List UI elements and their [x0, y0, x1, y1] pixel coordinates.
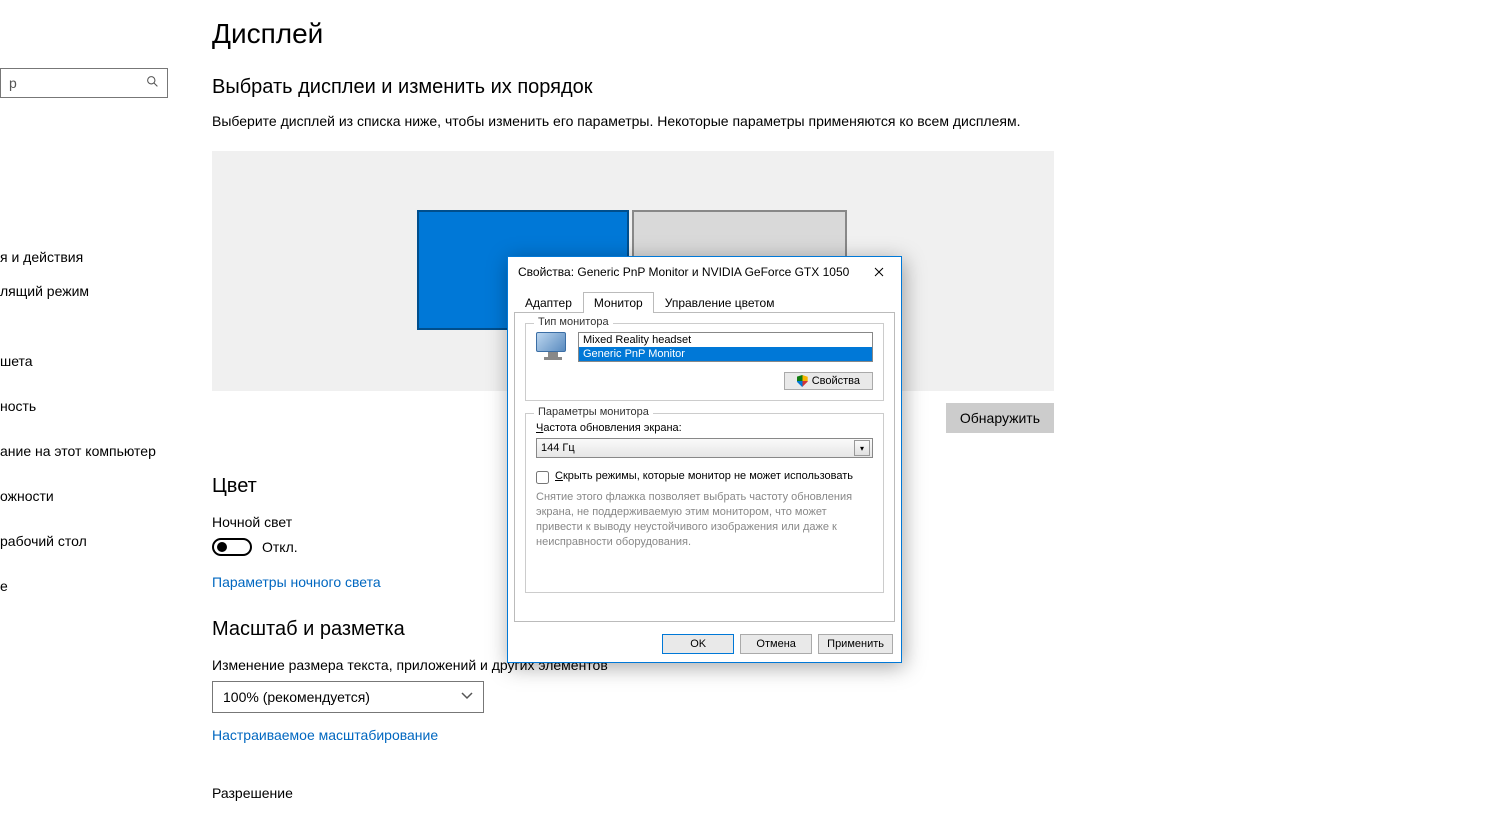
monitor-list[interactable]: Mixed Reality headset Generic PnP Monito… — [578, 332, 873, 362]
close-button[interactable] — [859, 258, 899, 286]
select-displays-desc: Выберите дисплей из списка ниже, чтобы и… — [212, 113, 1467, 129]
monitor-settings-legend: Параметры монитора — [534, 406, 653, 418]
scale-value: 100% (рекомендуется) — [223, 689, 370, 705]
ok-button[interactable]: OK — [662, 634, 734, 654]
sidebar-item-5[interactable]: ожности — [0, 468, 190, 513]
hide-modes-help: Снятие этого флажка позволяет выбрать ча… — [536, 490, 873, 549]
monitor-type-legend: Тип монитора — [534, 316, 613, 328]
sidebar: р я и действия лящий режим шета ность ан… — [0, 0, 190, 837]
resolution-label: Разрешение — [212, 785, 1467, 801]
monitor-icon — [536, 332, 570, 362]
hide-modes-checkbox[interactable] — [536, 471, 549, 484]
search-placeholder: р — [9, 75, 17, 91]
apply-button[interactable]: Применить — [818, 634, 893, 654]
sidebar-item-1[interactable]: лящий режим — [0, 274, 190, 308]
refresh-rate-dropdown[interactable]: 144 Гц ▾ — [536, 438, 873, 458]
hide-modes-label[interactable]: Скрыть режимы, которые монитор не может … — [555, 470, 853, 482]
monitor-properties-button[interactable]: Свойства — [784, 372, 873, 390]
shield-icon — [797, 375, 808, 387]
select-displays-heading: Выбрать дисплеи и изменить их порядок — [212, 76, 1467, 99]
chevron-down-icon — [461, 692, 473, 703]
search-input[interactable]: р — [0, 68, 168, 98]
night-light-toggle[interactable] — [212, 538, 252, 556]
detect-button[interactable]: Обнаружить — [946, 403, 1054, 433]
sidebar-item-0[interactable]: я и действия — [0, 240, 190, 274]
dialog-titlebar[interactable]: Свойства: Generic PnP Monitor и NVIDIA G… — [508, 257, 901, 287]
tab-monitor[interactable]: Монитор — [583, 292, 654, 313]
tab-adapter[interactable]: Адаптер — [514, 292, 583, 313]
monitor-type-group: Тип монитора Mixed Reality headset Gener… — [525, 323, 884, 401]
tab-strip: Адаптер Монитор Управление цветом — [508, 287, 901, 312]
dialog-button-row: OK Отмена Применить — [508, 628, 901, 662]
search-icon — [146, 75, 159, 91]
custom-scaling-link[interactable]: Настраиваемое масштабирование — [212, 727, 438, 743]
sidebar-item-7[interactable]: е — [0, 558, 190, 603]
refresh-rate-label: Частота обновления экрана: — [536, 422, 873, 434]
tab-body: Тип монитора Mixed Reality headset Gener… — [514, 312, 895, 622]
sidebar-item-3[interactable]: ность — [0, 378, 190, 423]
sidebar-item-4[interactable]: ание на этот компьютер — [0, 423, 190, 468]
sidebar-item-6[interactable]: рабочий стол — [0, 513, 190, 558]
dialog-title: Свойства: Generic PnP Monitor и NVIDIA G… — [518, 265, 849, 279]
refresh-rate-value: 144 Гц — [541, 442, 575, 454]
sidebar-item-2[interactable]: шета — [0, 344, 190, 378]
scale-dropdown[interactable]: 100% (рекомендуется) — [212, 681, 484, 713]
monitor-list-item-1[interactable]: Generic PnP Monitor — [579, 347, 872, 361]
close-icon — [874, 267, 884, 277]
monitor-list-item-0[interactable]: Mixed Reality headset — [579, 333, 872, 347]
page-title: Дисплей — [212, 18, 1467, 50]
night-light-settings-link[interactable]: Параметры ночного света — [212, 574, 381, 590]
cancel-button[interactable]: Отмена — [740, 634, 812, 654]
tab-color-management[interactable]: Управление цветом — [654, 292, 786, 313]
properties-button-label: Свойства — [812, 375, 860, 387]
night-light-state: Откл. — [262, 539, 298, 555]
monitor-settings-group: Параметры монитора Частота обновления эк… — [525, 413, 884, 593]
chevron-down-icon: ▾ — [854, 440, 870, 456]
monitor-properties-dialog: Свойства: Generic PnP Monitor и NVIDIA G… — [507, 256, 902, 663]
